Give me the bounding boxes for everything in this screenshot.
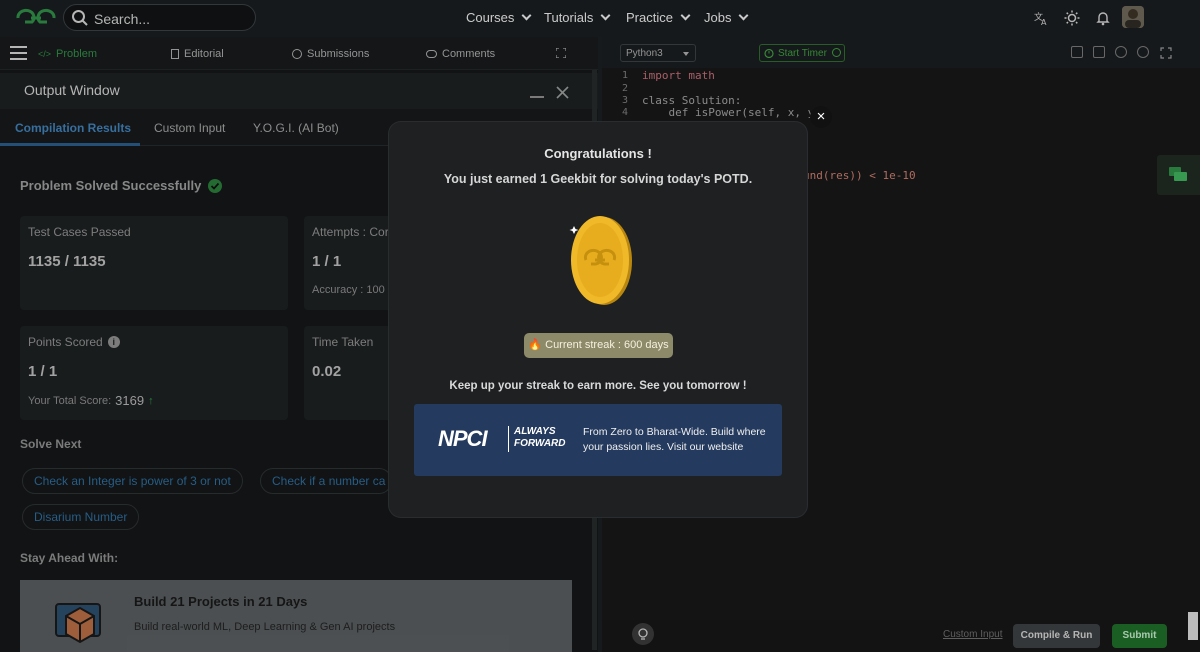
ad-logo-divider (508, 426, 509, 452)
ad-brand-logo: NPCI (438, 426, 488, 451)
streak-badge: 🔥 Current streak : 600 days (524, 333, 673, 358)
npci-ad-banner[interactable]: NPCI ALWAYS FORWARD From Zero to Bharat-… (414, 404, 782, 476)
ad-brand-tagline: ALWAYS FORWARD (514, 426, 566, 449)
close-icon: × (816, 108, 826, 125)
modal-close-button[interactable]: × (810, 106, 832, 128)
modal-subtitle: You just earned 1 Geekbit for solving to… (443, 172, 753, 186)
geekbit-coin-icon (569, 216, 632, 305)
modal-title: Congratulations ! (544, 146, 652, 161)
fire-icon: 🔥 (528, 339, 543, 351)
keep-up-message: Keep up your streak to earn more. See yo… (449, 380, 747, 392)
ad-text: From Zero to Bharat-Wide. Build where yo… (583, 426, 766, 453)
